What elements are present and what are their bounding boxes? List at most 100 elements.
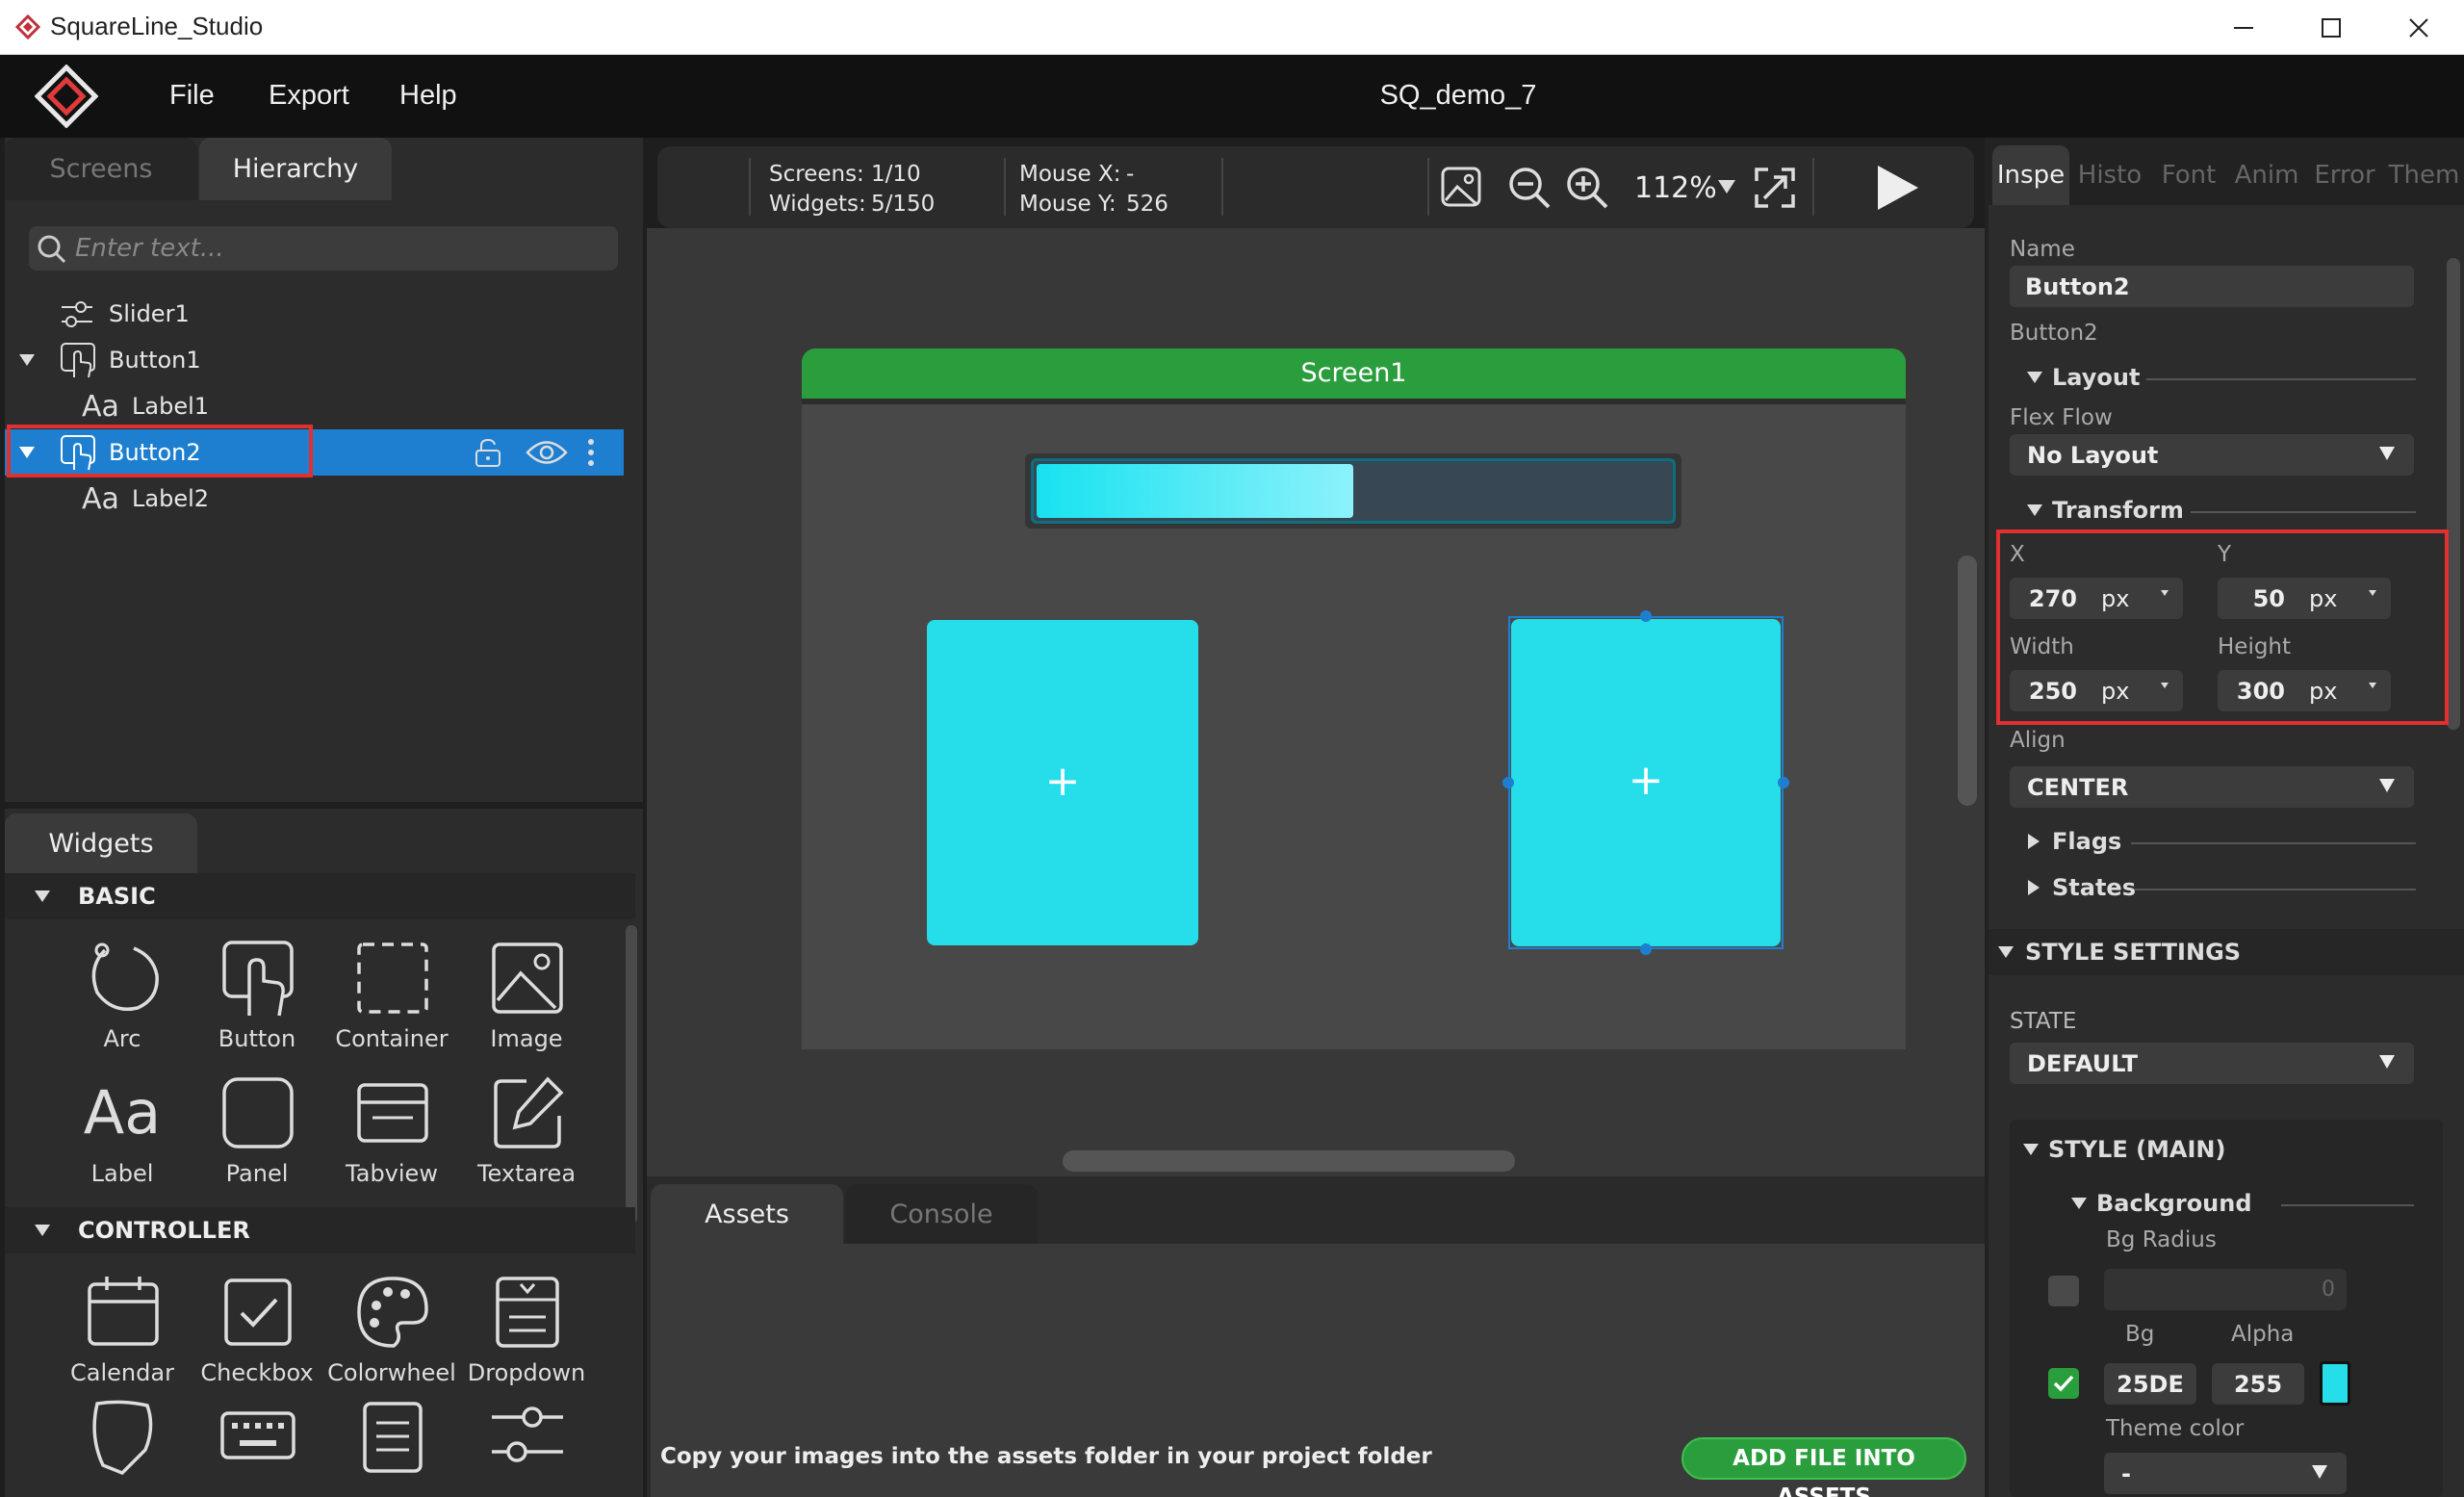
state-value: DEFAULT xyxy=(2027,1049,2138,1077)
tab-assets[interactable]: Assets xyxy=(651,1184,843,1244)
states-header[interactable]: States xyxy=(2027,874,2136,901)
tab-theme[interactable]: Them xyxy=(2384,145,2464,205)
widget-colorwheel[interactable]: Colorwheel xyxy=(324,1273,459,1398)
collapse-arrow-icon xyxy=(34,888,51,905)
screen-title[interactable]: Screen1 xyxy=(802,348,1906,399)
minimize-button[interactable] xyxy=(2200,0,2287,55)
widget-dropdown[interactable]: Dropdown xyxy=(459,1273,594,1398)
name-input[interactable]: Button2 xyxy=(2010,266,2414,307)
background-image-icon[interactable] xyxy=(1440,166,1482,208)
tree-item-slider1[interactable]: Slider1 xyxy=(5,291,624,337)
widget-keyboard[interactable] xyxy=(190,1398,324,1475)
expand-arrow-icon[interactable] xyxy=(18,351,36,369)
zoom-level[interactable]: 112% xyxy=(1634,171,1717,205)
widget-container[interactable]: Container xyxy=(324,939,459,1064)
flags-header[interactable]: Flags xyxy=(2027,828,2121,855)
project-title: SQ_demo_7 xyxy=(1379,80,1537,111)
tab-history[interactable]: Histo xyxy=(2071,145,2148,205)
tab-animation[interactable]: Anim xyxy=(2228,145,2305,205)
widget-arc[interactable]: Arc xyxy=(55,939,190,1064)
add-file-button[interactable]: ADD FILE INTO ASSETS xyxy=(1681,1437,1966,1497)
bg-radius-input[interactable]: 0 xyxy=(2104,1269,2347,1310)
tab-font[interactable]: Font xyxy=(2150,145,2227,205)
maximize-button[interactable] xyxy=(2288,0,2374,55)
tree-item-label2[interactable]: Aa Label2 xyxy=(5,476,624,522)
widget-tabview[interactable]: Tabview xyxy=(324,1073,459,1199)
search-input[interactable] xyxy=(75,226,595,271)
lock-icon[interactable] xyxy=(474,437,502,468)
title-bar: SquareLine_Studio xyxy=(0,0,2464,55)
tab-screens[interactable]: Screens xyxy=(5,138,197,200)
flex-flow-dropdown[interactable]: No Layout xyxy=(2010,434,2414,476)
widget-label: Image xyxy=(490,1025,563,1052)
image-icon xyxy=(492,942,563,1014)
widget-label: Container xyxy=(335,1025,449,1052)
menu-help[interactable]: Help xyxy=(399,80,457,112)
eye-icon[interactable] xyxy=(526,438,568,467)
zoom-out-icon[interactable] xyxy=(1507,166,1552,210)
state-dropdown[interactable]: DEFAULT xyxy=(2010,1043,2414,1084)
style-main-header[interactable]: STYLE (MAIN) xyxy=(2023,1136,2226,1163)
button1-widget[interactable]: + xyxy=(927,620,1198,945)
checkbox-icon xyxy=(224,1278,292,1346)
bg-radius-checkbox[interactable] xyxy=(2048,1276,2079,1306)
theme-color-dropdown[interactable]: - xyxy=(2104,1453,2347,1494)
mouse-y-label: Mouse Y: xyxy=(1019,192,1116,217)
align-dropdown[interactable]: CENTER xyxy=(2010,766,2414,808)
more-options-icon[interactable] xyxy=(586,437,596,468)
widgets-label: Widgets: xyxy=(769,192,866,217)
resize-handle-left[interactable] xyxy=(1502,777,1514,788)
tree-item-button1[interactable]: Button1 xyxy=(5,337,624,383)
zoom-in-icon[interactable] xyxy=(1565,166,1609,210)
canvas-vertical-scrollbar[interactable] xyxy=(1958,555,1977,806)
widget-checkbox[interactable]: Checkbox xyxy=(190,1273,324,1398)
transform-header[interactable]: Transform xyxy=(2027,497,2184,524)
divider xyxy=(749,158,751,216)
canvas-horizontal-scrollbar[interactable] xyxy=(1063,1150,1515,1172)
panel-icon xyxy=(222,1077,294,1149)
resize-handle-right[interactable] xyxy=(1778,777,1789,788)
widgets-scrollbar[interactable] xyxy=(626,925,637,1224)
button-icon xyxy=(60,341,98,379)
divider xyxy=(2135,889,2416,890)
widget-calendar[interactable]: Calendar xyxy=(55,1273,190,1398)
menu-file[interactable]: File xyxy=(169,80,215,112)
resize-handle-bottom[interactable] xyxy=(1640,943,1652,955)
screen1-frame[interactable]: Screen1 + + xyxy=(802,348,1906,1049)
divider xyxy=(1221,158,1223,216)
widget-panel[interactable]: Panel xyxy=(190,1073,324,1199)
widget-list[interactable] xyxy=(324,1398,459,1475)
widget-textarea[interactable]: Textarea xyxy=(459,1073,594,1199)
background-header[interactable]: Background xyxy=(2071,1190,2252,1217)
hierarchy-body: Slider1 Button1 Aa Label1 Button2 xyxy=(5,200,643,802)
fit-screen-icon[interactable] xyxy=(1753,166,1797,210)
tab-console[interactable]: Console xyxy=(845,1184,1038,1244)
bg-checkbox[interactable] xyxy=(2048,1368,2079,1399)
section-basic[interactable]: BASIC xyxy=(5,873,635,919)
tree-item-label1[interactable]: Aa Label1 xyxy=(5,383,624,429)
tab-error[interactable]: Error xyxy=(2306,145,2383,205)
layout-header[interactable]: Layout xyxy=(2027,364,2140,391)
tab-widgets[interactable]: Widgets xyxy=(5,813,197,873)
widget-image[interactable]: Image xyxy=(459,939,594,1064)
style-settings-bar[interactable]: STYLE SETTINGS xyxy=(1989,929,2464,975)
close-button[interactable] xyxy=(2375,0,2462,55)
widget-imgbutton[interactable] xyxy=(55,1398,190,1475)
section-controller[interactable]: CONTROLLER xyxy=(5,1207,635,1253)
zoom-dropdown-icon[interactable] xyxy=(1717,179,1736,194)
widget-label[interactable]: Aa Label xyxy=(55,1073,190,1199)
alpha-input[interactable]: 255 xyxy=(2212,1363,2304,1405)
button2-widget[interactable]: + xyxy=(1511,619,1781,946)
dropdown-arrow-icon xyxy=(2379,779,2395,792)
widget-button[interactable]: Button xyxy=(190,939,324,1064)
play-button[interactable] xyxy=(1874,164,1920,212)
widget-slider[interactable] xyxy=(459,1398,594,1475)
menu-export[interactable]: Export xyxy=(269,80,349,112)
inspector-scrollbar[interactable] xyxy=(2447,258,2460,730)
tab-inspector[interactable]: Inspe xyxy=(1992,145,2069,205)
slider1-widget[interactable] xyxy=(1025,453,1681,529)
color-swatch[interactable] xyxy=(2320,1361,2350,1406)
resize-handle-top[interactable] xyxy=(1640,610,1652,622)
tab-hierarchy[interactable]: Hierarchy xyxy=(199,138,392,200)
bg-color-input[interactable]: 25DE xyxy=(2104,1363,2196,1405)
